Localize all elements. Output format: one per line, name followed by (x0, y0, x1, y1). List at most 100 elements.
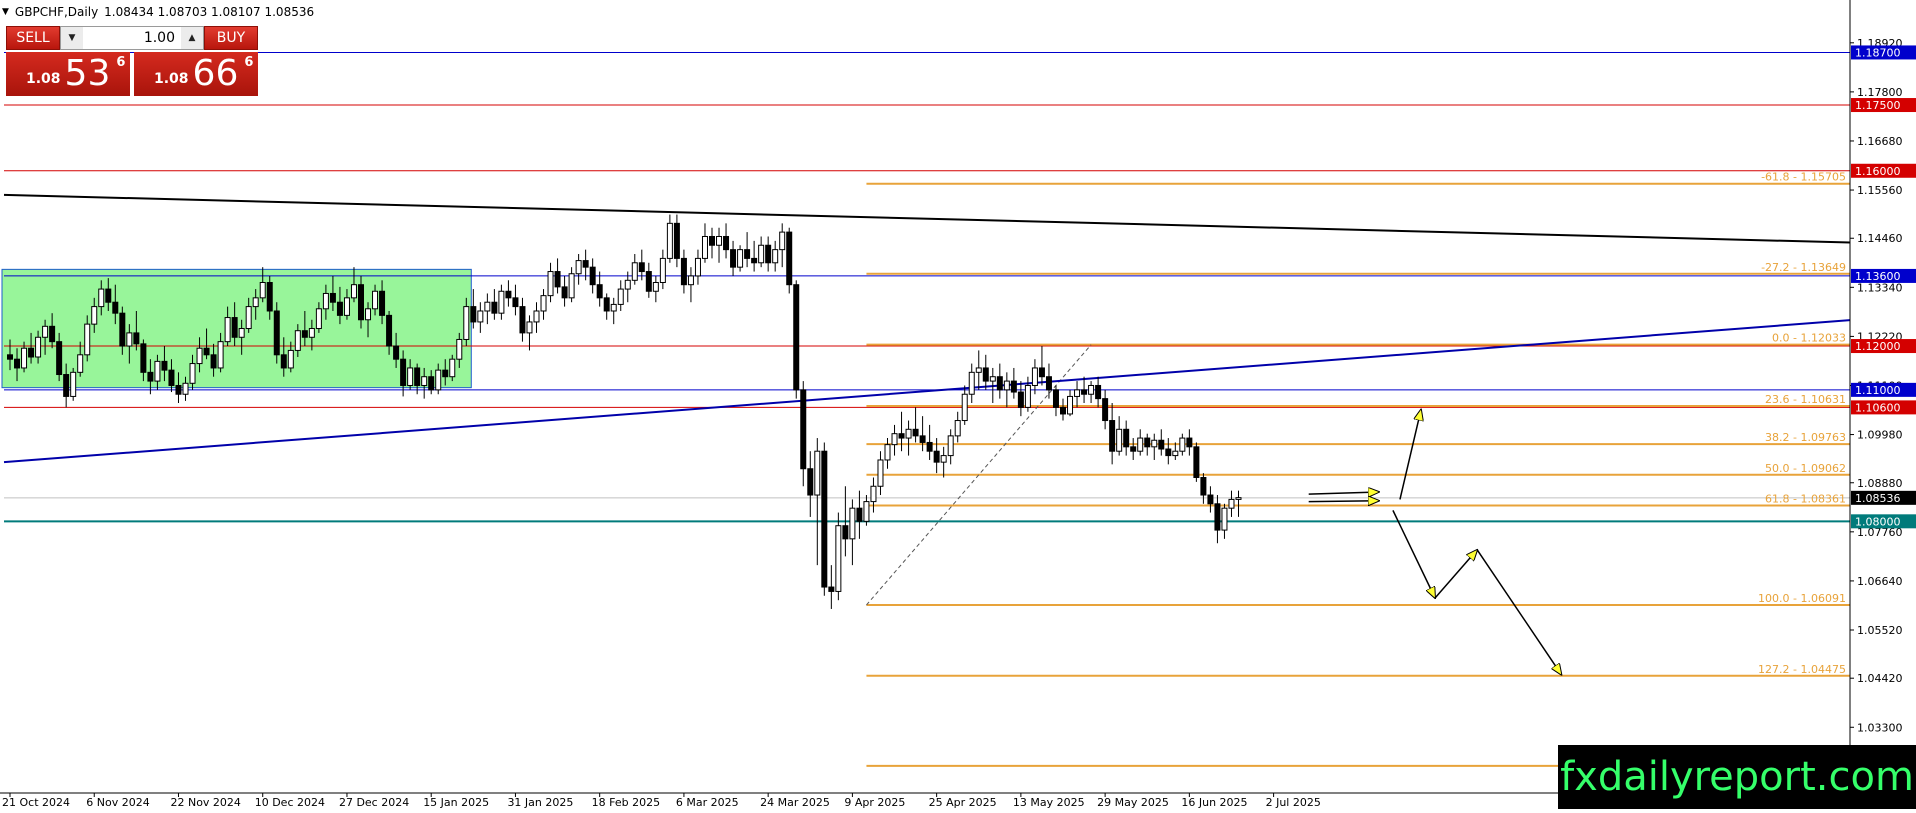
time-tick-label: 25 Apr 2025 (929, 796, 997, 809)
candle-body (1214, 503, 1221, 531)
candle-body (1137, 437, 1144, 452)
candle-body (315, 308, 322, 330)
candle-body (477, 310, 484, 323)
chart-title-bar: ▼ GBPCHF,Daily 1.08434 1.08703 1.08107 1… (2, 4, 314, 20)
candle-body (175, 384, 182, 395)
time-tick-label: 13 May 2025 (1013, 796, 1085, 809)
fib-level-label: 38.2 - 1.09763 (1765, 431, 1846, 444)
price-level-tag: 1.16000 (1855, 165, 1901, 178)
candle-body (975, 367, 982, 373)
candle-body (470, 306, 477, 323)
projection-arrow (1308, 501, 1379, 502)
candle-body (1052, 389, 1059, 408)
price-tick-label: 1.17800 (1857, 86, 1903, 99)
candle-body (210, 354, 217, 369)
candle-body (1165, 448, 1172, 457)
candle-body (1144, 437, 1151, 448)
candle-body (308, 328, 315, 338)
time-tick-label: 18 Feb 2025 (592, 796, 660, 809)
candle-body (336, 301, 343, 316)
fib-level-label: 0.0 - 1.12033 (1772, 332, 1846, 345)
candle (821, 442, 828, 596)
candle-body (1102, 398, 1109, 422)
candle-body (673, 222, 680, 259)
candle-body (1179, 437, 1186, 452)
buy-button[interactable]: BUY (204, 26, 258, 50)
candle-body (463, 306, 470, 340)
candle-body (1158, 439, 1165, 450)
candle-body (287, 349, 294, 369)
lot-increase-icon[interactable]: ▲ (181, 27, 203, 49)
candle-body (926, 441, 933, 452)
sell-price-pips: 53 (64, 53, 111, 94)
price-level-tag: 1.08000 (1855, 515, 1901, 528)
candle-body (428, 376, 435, 391)
candle-body (196, 347, 203, 365)
candle-body (828, 586, 835, 592)
candle-body (898, 433, 905, 439)
lot-decrease-icon[interactable]: ▼ (61, 27, 83, 49)
candle-body (912, 428, 919, 437)
lot-size-input[interactable] (83, 27, 181, 49)
time-tick-label: 16 Jun 2025 (1181, 796, 1247, 809)
buy-price-fraction: 6 (244, 55, 254, 70)
candle-body (1024, 384, 1031, 408)
time-tick-label: 6 Mar 2025 (676, 796, 739, 809)
candle-body (14, 358, 21, 369)
candle-body (112, 301, 119, 314)
price-level-tag: 1.17500 (1855, 99, 1901, 112)
candle-body (758, 244, 765, 264)
time-tick-label: 24 Mar 2025 (760, 796, 830, 809)
candle-body (1116, 428, 1123, 452)
candle-body (1151, 439, 1158, 448)
candle-body (343, 297, 350, 316)
candle-body (1017, 391, 1024, 408)
price-level-tag: 1.12000 (1855, 340, 1901, 353)
candle-body (652, 282, 659, 292)
candle-body (98, 288, 105, 308)
candle-body (807, 468, 814, 496)
sell-button[interactable]: SELL (6, 26, 60, 50)
caret-down-icon[interactable]: ▼ (2, 7, 9, 17)
time-tick-label: 9 Apr 2025 (844, 796, 905, 809)
candle (70, 367, 77, 401)
fib-level-label: -61.8 - 1.15705 (1761, 171, 1846, 184)
candle-body (56, 341, 63, 376)
candle-body (189, 363, 196, 384)
candle-body (442, 369, 449, 378)
candle-body (400, 358, 407, 386)
candle-body (961, 393, 968, 422)
buy-price-box[interactable]: 1.08 66 6 (134, 52, 258, 96)
price-tick-label: 1.04420 (1857, 672, 1903, 685)
candle-body (709, 235, 715, 246)
candle-body (842, 525, 849, 540)
candle (1193, 442, 1200, 482)
candle-body (589, 266, 596, 286)
candle-body (1186, 437, 1193, 448)
time-tick-label: 10 Dec 2024 (255, 796, 325, 809)
candle (449, 354, 456, 382)
candle-body (596, 284, 603, 299)
fib-level-label: 127.2 - 1.04475 (1758, 663, 1846, 676)
fib-level-label: -27.2 - 1.13649 (1761, 261, 1846, 274)
candle-body (365, 308, 372, 321)
candle-body (1130, 446, 1137, 452)
candle-body (84, 323, 91, 356)
candle-body (631, 262, 638, 281)
candle-body (182, 382, 189, 395)
candle-body (1088, 384, 1095, 395)
price-tick-label: 1.14460 (1857, 232, 1903, 245)
candle-body (7, 354, 13, 360)
candle-body (449, 358, 456, 378)
candle-body (322, 292, 329, 310)
candle-body (744, 249, 751, 259)
candle-body (421, 376, 428, 386)
candle-body (512, 297, 519, 308)
sell-price-box[interactable]: 1.08 53 6 (6, 52, 130, 96)
candle-body (540, 295, 547, 312)
candle-body (491, 301, 498, 314)
time-tick-label: 31 Jan 2025 (507, 796, 573, 809)
time-tick-label: 21 Oct 2024 (2, 796, 70, 809)
candle-body (737, 249, 744, 268)
candle-body (765, 244, 772, 264)
